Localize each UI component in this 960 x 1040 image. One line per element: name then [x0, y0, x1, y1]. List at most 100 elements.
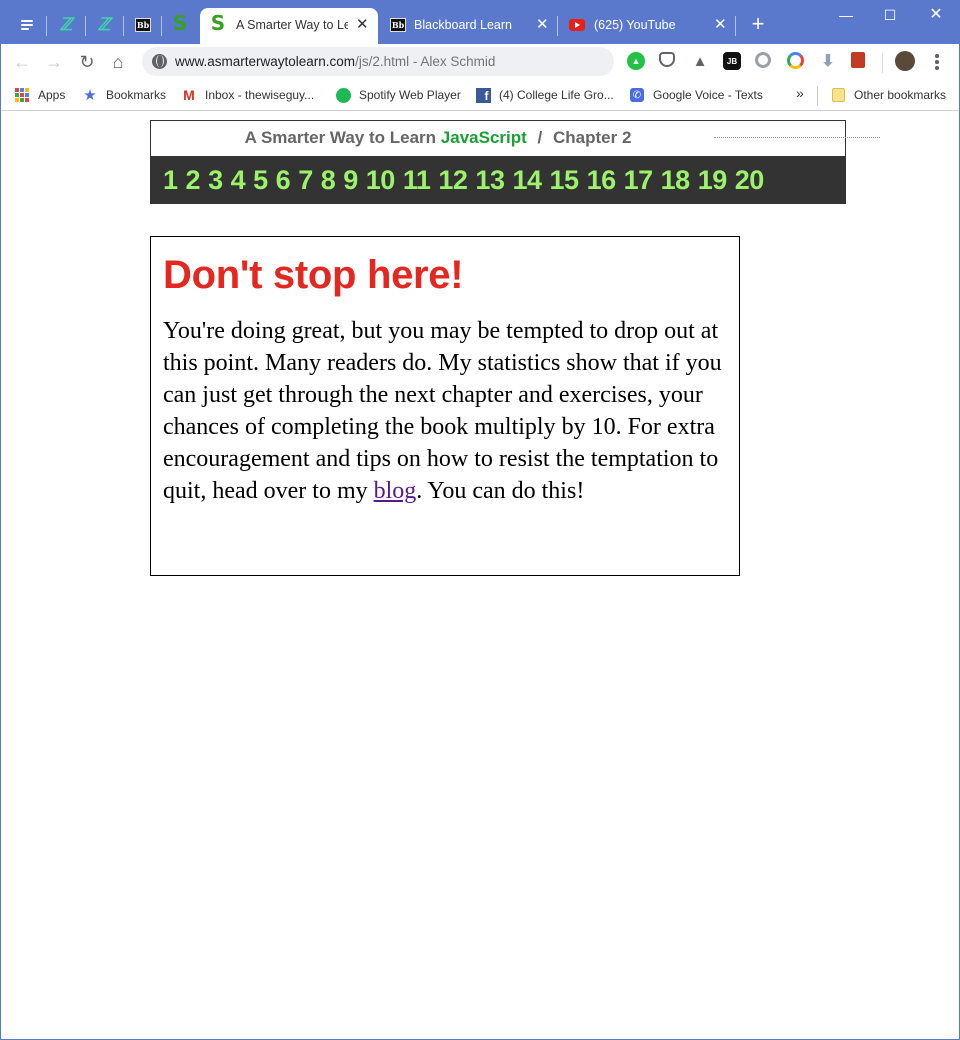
bookmark-other[interactable]: Other bookmarks	[830, 85, 946, 105]
chapter-link-4[interactable]: 4	[231, 165, 246, 196]
bookmark-label: Other bookmarks	[854, 88, 947, 102]
bookmark-facebook[interactable]: f (4) College Life Gro...	[475, 85, 614, 105]
browser-toolbar: ← → ↻ ⌂ www.asmarterwaytolearn.com/js/2.…	[0, 44, 960, 80]
bookmark-label: Bookmarks	[106, 88, 167, 102]
jb-extension-icon[interactable]: JB	[723, 52, 741, 70]
chapter-link-16[interactable]: 16	[587, 165, 617, 196]
dotted-divider	[714, 137, 880, 138]
s-icon: S	[210, 11, 226, 35]
bookmark-inbox[interactable]: M Inbox - thewiseguy...	[181, 85, 314, 105]
url-host: www.asmarterwaytolearn.com	[175, 54, 356, 69]
tab-smarter-way-active[interactable]: S A Smarter Way to Lea ✕	[200, 8, 378, 44]
close-window-icon[interactable]: ✕	[926, 6, 946, 24]
chapter-link-13[interactable]: 13	[475, 165, 505, 196]
blackboard-icon: Bb	[135, 18, 151, 32]
profile-avatar[interactable]	[895, 51, 915, 71]
tab-search-icon[interactable]	[14, 12, 40, 38]
gmail-icon: M	[183, 87, 195, 103]
chapter-label: Chapter 2	[552, 128, 632, 147]
notice-heading: Don't stop here!	[163, 253, 464, 297]
back-icon[interactable]: ←	[10, 50, 34, 74]
minimize-icon[interactable]: —	[836, 6, 856, 24]
drive-icon[interactable]: ▲	[691, 52, 709, 70]
star-icon: ★	[83, 87, 97, 104]
close-tab-icon[interactable]: ✕	[356, 17, 369, 33]
chapter-title: A Smarter Way to Learn JavaScript / Chap…	[150, 120, 846, 156]
spotify-icon	[335, 87, 351, 103]
blog-link[interactable]: blog	[374, 478, 417, 504]
new-tab-icon[interactable]: +	[748, 13, 768, 35]
chapter-link-7[interactable]: 7	[298, 165, 313, 196]
folder-icon	[830, 87, 846, 103]
chapter-nav: 1 2 3 4 5 6 7 8 9 10 11 12 13 14 15 16 17 18 19 20	[150, 156, 846, 204]
tab-blackboard-learn[interactable]: Bb Blackboard Learn ✕	[380, 8, 558, 44]
bookmarks-divider	[817, 86, 818, 106]
bookmark-spotify[interactable]: Spotify Web Player	[335, 85, 461, 105]
chapter-header: A Smarter Way to Learn JavaScript / Chap…	[150, 120, 880, 204]
bookmark-label: Apps	[38, 88, 66, 102]
bookmark-label: (4) College Life Gro...	[499, 88, 614, 102]
pocket-icon[interactable]	[659, 52, 675, 67]
chapter-link-14[interactable]: 14	[512, 165, 542, 196]
notice-text-end: . You can do this!	[416, 478, 585, 504]
chapter-link-17[interactable]: 17	[624, 165, 654, 196]
chapter-link-15[interactable]: 15	[550, 165, 580, 196]
chapter-link-12[interactable]: 12	[438, 165, 468, 196]
forward-icon[interactable]: →	[42, 50, 66, 74]
bookmark-apps[interactable]: Apps	[14, 85, 65, 105]
chapter-link-9[interactable]: 9	[343, 165, 358, 196]
globe-icon	[152, 54, 167, 69]
settings-extension-icon[interactable]	[755, 52, 771, 68]
download-icon[interactable]: ⬇	[819, 52, 837, 70]
bookmarks-overflow-icon[interactable]: »	[796, 85, 804, 101]
close-tab-icon[interactable]: ✕	[714, 17, 727, 33]
tab-title: (625) YouTube	[594, 18, 676, 32]
home-icon[interactable]: ⌂	[106, 50, 130, 74]
tab-title: A Smarter Way to Lea	[236, 18, 348, 32]
chapter-link-6[interactable]: 6	[276, 165, 291, 196]
facebook-icon: f	[475, 87, 491, 103]
reload-icon[interactable]: ↻	[75, 50, 99, 74]
more-menu-icon[interactable]	[930, 52, 944, 72]
chapter-link-3[interactable]: 3	[208, 165, 223, 196]
chapter-link-18[interactable]: 18	[661, 165, 691, 196]
chapter-link-19[interactable]: 19	[698, 165, 728, 196]
tab-blackboard-1[interactable]: Bb	[124, 8, 162, 44]
chapter-link-11[interactable]: 11	[403, 165, 431, 196]
tab-smarter-way-1[interactable]: S	[162, 8, 200, 44]
chapter-link-5[interactable]: 5	[253, 165, 268, 196]
maximize-icon[interactable]: ☐	[880, 6, 900, 24]
apps-grid-icon	[14, 87, 30, 103]
close-tab-icon[interactable]: ✕	[536, 17, 549, 33]
chapter-link-20[interactable]: 20	[735, 165, 765, 196]
chapter-link-1[interactable]: 1	[163, 165, 178, 196]
book-extension-icon[interactable]	[851, 52, 865, 68]
bookmark-label: Google Voice - Texts	[653, 88, 763, 102]
tab-title: Blackboard Learn	[414, 18, 512, 32]
blackboard-icon: Bb	[390, 18, 406, 32]
google-extension-icon[interactable]	[787, 52, 804, 69]
notice-text: You're doing great, but you may be tempt…	[163, 318, 722, 504]
dev-icon: ℤ	[97, 15, 111, 34]
tab-dev-1[interactable]: ℤ	[48, 8, 86, 44]
url-text: www.asmarterwaytolearn.com/js/2.html - A…	[175, 54, 495, 69]
chapter-link-2[interactable]: 2	[186, 165, 201, 196]
bookmark-label: Spotify Web Player	[359, 88, 461, 102]
chapter-link-8[interactable]: 8	[321, 165, 336, 196]
tab-dev-2[interactable]: ℤ	[86, 8, 124, 44]
title-bar: ℤ ℤ Bb S S A Smarter Way to Lea ✕ Bb Bla…	[0, 0, 960, 44]
url-path: /js/2.html - Alex Schmid	[355, 54, 496, 69]
s-icon: S	[172, 11, 188, 35]
book-subject: JavaScript	[440, 128, 527, 147]
bookmark-google-voice[interactable]: ✆ Google Voice - Texts	[629, 85, 763, 105]
title-separator: /	[537, 128, 543, 147]
tab-youtube[interactable]: (625) YouTube ✕	[558, 8, 736, 44]
address-bar[interactable]: www.asmarterwaytolearn.com/js/2.html - A…	[142, 47, 614, 76]
youtube-icon	[569, 17, 585, 33]
bookmark-bookmarks[interactable]: ★ Bookmarks	[82, 85, 166, 105]
thumbs-up-extension-icon[interactable]: ▲	[627, 52, 645, 70]
page-content: A Smarter Way to Learn JavaScript / Chap…	[1, 111, 959, 1039]
book-title: A Smarter Way to Learn	[244, 128, 437, 147]
chapter-link-10[interactable]: 10	[366, 165, 396, 196]
dev-icon: ℤ	[59, 15, 73, 34]
